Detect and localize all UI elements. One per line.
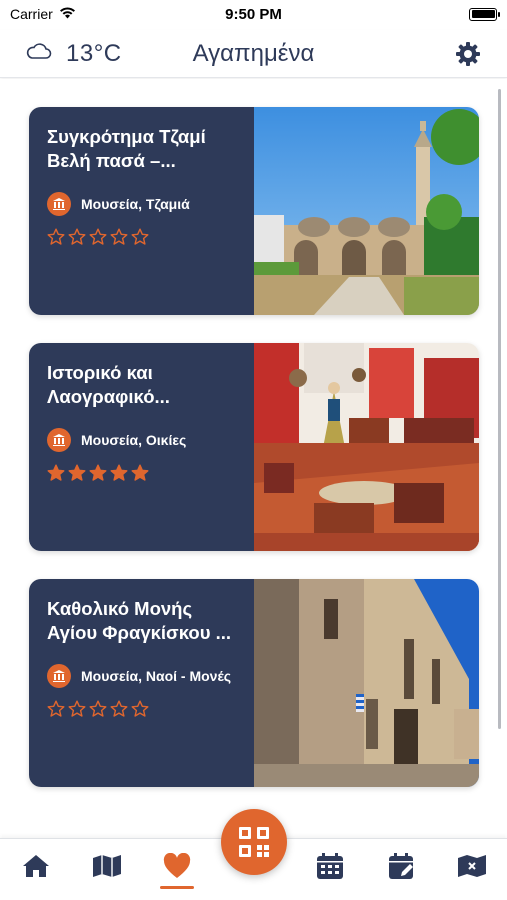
- weather-widget: 13°C: [26, 40, 122, 68]
- card-title: Συγκρότημα Τζαμί Βελή πασά –...: [47, 126, 206, 171]
- category-label: Μουσεία, Ναοί - Μονές: [81, 668, 232, 684]
- status-bar: Carrier 9:50 PM: [0, 0, 507, 28]
- qr-grid-icon: [238, 826, 270, 858]
- museum-icon: [47, 664, 71, 688]
- qr-scan-button[interactable]: [221, 809, 287, 875]
- calendar-icon[interactable]: [312, 851, 348, 881]
- rating-stars: [47, 700, 236, 718]
- card-category: Μουσεία, Οικίες: [47, 428, 236, 452]
- favorite-card[interactable]: Ιστορικό και Λαογραφικό... Μουσεία, Οικί…: [29, 343, 479, 551]
- museum-icon: [47, 428, 71, 452]
- battery-icon: [469, 7, 500, 21]
- card-info: Καθολικό Μονής Αγίου Φραγκίσκου ... Μουσ…: [29, 579, 254, 787]
- star-outline-icon: [110, 228, 128, 246]
- star-filled-icon: [47, 464, 65, 482]
- favorites-list[interactable]: Συγκρότημα Τζαμί Βελή πασά –... Μουσεία,…: [0, 79, 507, 837]
- card-info: Ιστορικό και Λαογραφικό... Μουσεία, Οικί…: [29, 343, 254, 551]
- star-filled-icon: [68, 464, 86, 482]
- wifi-icon: [59, 6, 76, 22]
- card-title: Καθολικό Μονής Αγίου Φραγκίσκου ...: [47, 598, 232, 643]
- star-outline-icon: [89, 228, 107, 246]
- mosque-photo: [254, 107, 479, 315]
- favorite-card[interactable]: Καθολικό Μονής Αγίου Φραγκίσκου ... Μουσ…: [29, 579, 479, 787]
- star-outline-icon: [110, 700, 128, 718]
- star-filled-icon: [131, 464, 149, 482]
- card-info: Συγκρότημα Τζαμί Βελή πασά –... Μουσεία,…: [29, 107, 254, 315]
- card-title: Ιστορικό και Λαογραφικό...: [47, 362, 170, 407]
- star-outline-icon: [68, 228, 86, 246]
- star-outline-icon: [47, 228, 65, 246]
- temperature: 13°C: [66, 39, 122, 67]
- map-close-icon[interactable]: [454, 851, 490, 881]
- card-category: Μουσεία, Τζαμιά: [47, 192, 236, 216]
- star-outline-icon: [68, 700, 86, 718]
- star-outline-icon: [47, 700, 65, 718]
- favorite-card[interactable]: Συγκρότημα Τζαμί Βελή πασά –... Μουσεία,…: [29, 107, 479, 315]
- category-label: Μουσεία, Οικίες: [81, 432, 187, 448]
- folklore-room-photo: [254, 343, 479, 551]
- card-category: Μουσεία, Ναοί - Μονές: [47, 664, 236, 688]
- star-outline-icon: [131, 700, 149, 718]
- category-label: Μουσεία, Τζαμιά: [81, 196, 190, 212]
- carrier-label: Carrier: [10, 6, 53, 22]
- rating-stars: [47, 464, 236, 482]
- gear-icon[interactable]: [455, 41, 481, 67]
- monastery-photo: [254, 579, 479, 787]
- star-outline-icon: [131, 228, 149, 246]
- cloud-icon: [26, 41, 52, 66]
- header: 13°C Αγαπημένα: [0, 30, 507, 78]
- status-time: 9:50 PM: [225, 5, 282, 23]
- star-filled-icon: [110, 464, 128, 482]
- star-outline-icon: [89, 700, 107, 718]
- scrollbar[interactable]: [498, 89, 501, 729]
- calendar-edit-icon[interactable]: [384, 851, 420, 881]
- home-icon[interactable]: [18, 851, 54, 881]
- map-icon[interactable]: [89, 851, 125, 881]
- heart-icon[interactable]: [159, 851, 195, 881]
- active-tab-indicator: [160, 886, 194, 889]
- star-filled-icon: [89, 464, 107, 482]
- museum-icon: [47, 192, 71, 216]
- rating-stars: [47, 228, 236, 246]
- status-left: Carrier: [10, 6, 76, 22]
